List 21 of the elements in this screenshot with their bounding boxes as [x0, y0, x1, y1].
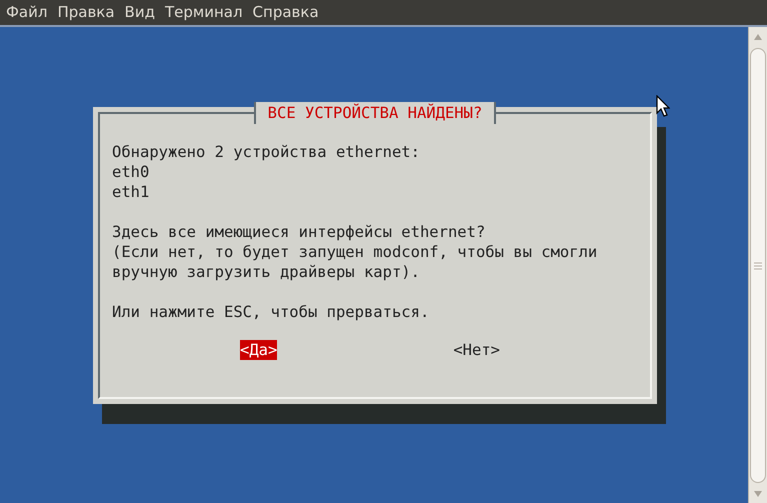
- dialog-button[interactable]: <Нет>: [453, 340, 500, 360]
- dialog-text-line: eth1: [112, 182, 150, 202]
- dialog-text-line: Здесь все имеющиеся интерфейсы ethernet?: [112, 222, 486, 242]
- dialog-text-line: eth0: [112, 162, 150, 182]
- scroll-down-icon[interactable]: [754, 491, 762, 497]
- dialog-button[interactable]: <Да>: [240, 340, 278, 360]
- dialog-text-line: (Если нет, то будет запущен modconf, чтобы вы смогли: [112, 242, 598, 262]
- menu-item[interactable]: Правка: [53, 1, 119, 24]
- menu-item[interactable]: Терминал: [160, 1, 247, 24]
- dialog-title: ВСЕ УСТРОЙСТВА НАЙДЕНЫ?: [254, 102, 496, 124]
- menu-item[interactable]: Справка: [248, 1, 323, 24]
- grip-icon: [754, 262, 762, 270]
- dialog-text-line: вручную загрузить драйверы карт).: [112, 262, 421, 282]
- scroll-up-icon[interactable]: [754, 34, 762, 40]
- mouse-pointer-icon: [656, 95, 670, 117]
- menu-item[interactable]: Файл: [2, 1, 52, 24]
- dialog-text-line: Или нажмите ESC, чтобы прерваться.: [112, 302, 430, 322]
- scrollbar[interactable]: [748, 27, 767, 503]
- menu-item[interactable]: Вид: [120, 1, 159, 24]
- dialog-text-line: Обнаружено 2 устройства ethernet:: [112, 142, 421, 162]
- scrollbar-thumb[interactable]: [750, 48, 766, 483]
